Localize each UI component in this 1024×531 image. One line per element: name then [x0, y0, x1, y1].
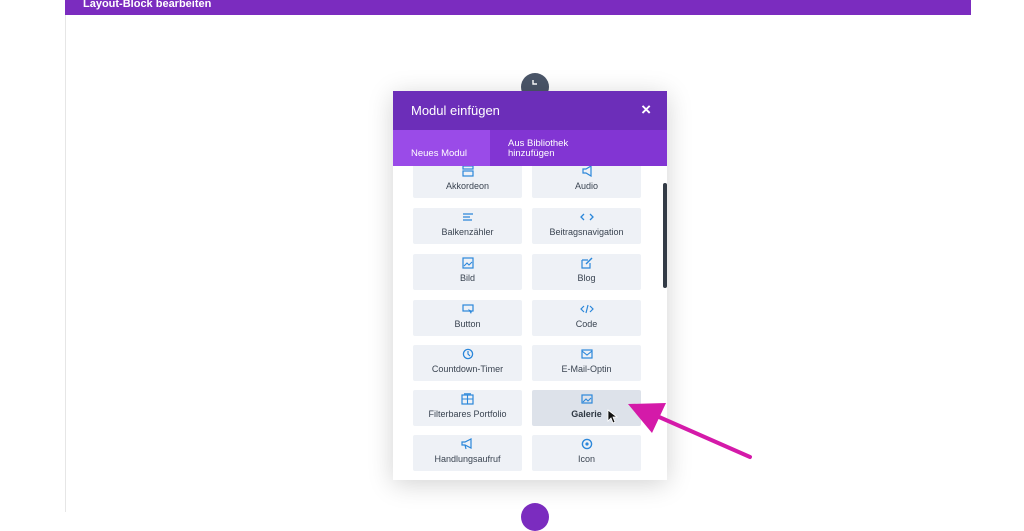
dialog-header: Modul einfügen × — [393, 91, 667, 130]
page-left-border — [65, 0, 66, 512]
module-tile-button[interactable]: Button — [413, 300, 522, 336]
portfolio-icon — [413, 393, 522, 405]
image-icon — [413, 257, 522, 269]
scrollbar[interactable] — [663, 183, 667, 288]
blog-icon — [532, 257, 641, 269]
module-tile-accordion[interactable]: Akkordeon — [413, 166, 522, 198]
megaphone-icon — [413, 438, 522, 450]
module-label: Audio — [574, 181, 599, 191]
close-icon[interactable]: × — [641, 100, 651, 120]
button-icon — [413, 303, 522, 315]
post-navigation-icon — [532, 211, 641, 223]
module-label: Button — [454, 319, 481, 329]
module-tile-post-navigation[interactable]: Beitragsnavigation — [532, 208, 641, 244]
tab-new-module-label: Neues Modul — [411, 148, 467, 159]
module-label: Code — [575, 319, 598, 329]
module-label: Blog — [577, 273, 596, 283]
module-label: Balkenzähler — [441, 227, 494, 237]
timer-icon — [413, 348, 522, 360]
add-section-button-bottom[interactable] — [521, 503, 549, 531]
module-label: Countdown-Timer — [431, 364, 504, 374]
annotation-arrow — [628, 403, 752, 459]
module-label: Handlungsaufruf — [434, 454, 501, 464]
module-tile-code[interactable]: Code — [532, 300, 641, 336]
email-icon — [532, 348, 641, 360]
mouse-cursor-icon — [607, 409, 619, 424]
module-label: Beitragsnavigation — [549, 227, 624, 237]
layout-block-title: Layout-Block bearbeiten — [83, 0, 212, 10]
module-tile-blog[interactable]: Blog — [532, 254, 641, 290]
audio-icon — [532, 166, 641, 177]
module-tile-audio[interactable]: Audio — [532, 166, 641, 198]
dialog-tabs: Neues Modul Aus Bibliothek hinzufügen — [393, 130, 667, 166]
module-tile-call-to-action[interactable]: Handlungsaufruf — [413, 435, 522, 471]
tab-add-from-library[interactable]: Aus Bibliothek hinzufügen — [508, 130, 618, 166]
bar-counter-icon — [413, 211, 522, 223]
layout-block-header: Layout-Block bearbeiten — [65, 0, 971, 15]
module-tile-bar-counter[interactable]: Balkenzähler — [413, 208, 522, 244]
arrow-icon — [532, 80, 537, 85]
module-label: Bild — [459, 273, 475, 283]
module-tile-image[interactable]: Bild — [413, 254, 522, 290]
tab-new-module[interactable]: Neues Modul — [393, 130, 490, 166]
tab-library-label-line2: hinzufügen — [508, 148, 555, 159]
module-tile-countdown-timer[interactable]: Countdown-Timer — [413, 345, 522, 381]
dialog-title: Modul einfügen — [411, 103, 500, 118]
accordion-icon — [413, 166, 522, 177]
module-tile-email-optin[interactable]: E-Mail-Optin — [532, 345, 641, 381]
module-label: E-Mail-Optin — [561, 364, 612, 374]
code-icon — [532, 303, 641, 315]
module-label: Akkordeon — [445, 181, 490, 191]
module-label: Filterbares Portfolio — [428, 409, 507, 419]
module-tile-filterable-portfolio[interactable]: Filterbares Portfolio — [413, 390, 522, 426]
